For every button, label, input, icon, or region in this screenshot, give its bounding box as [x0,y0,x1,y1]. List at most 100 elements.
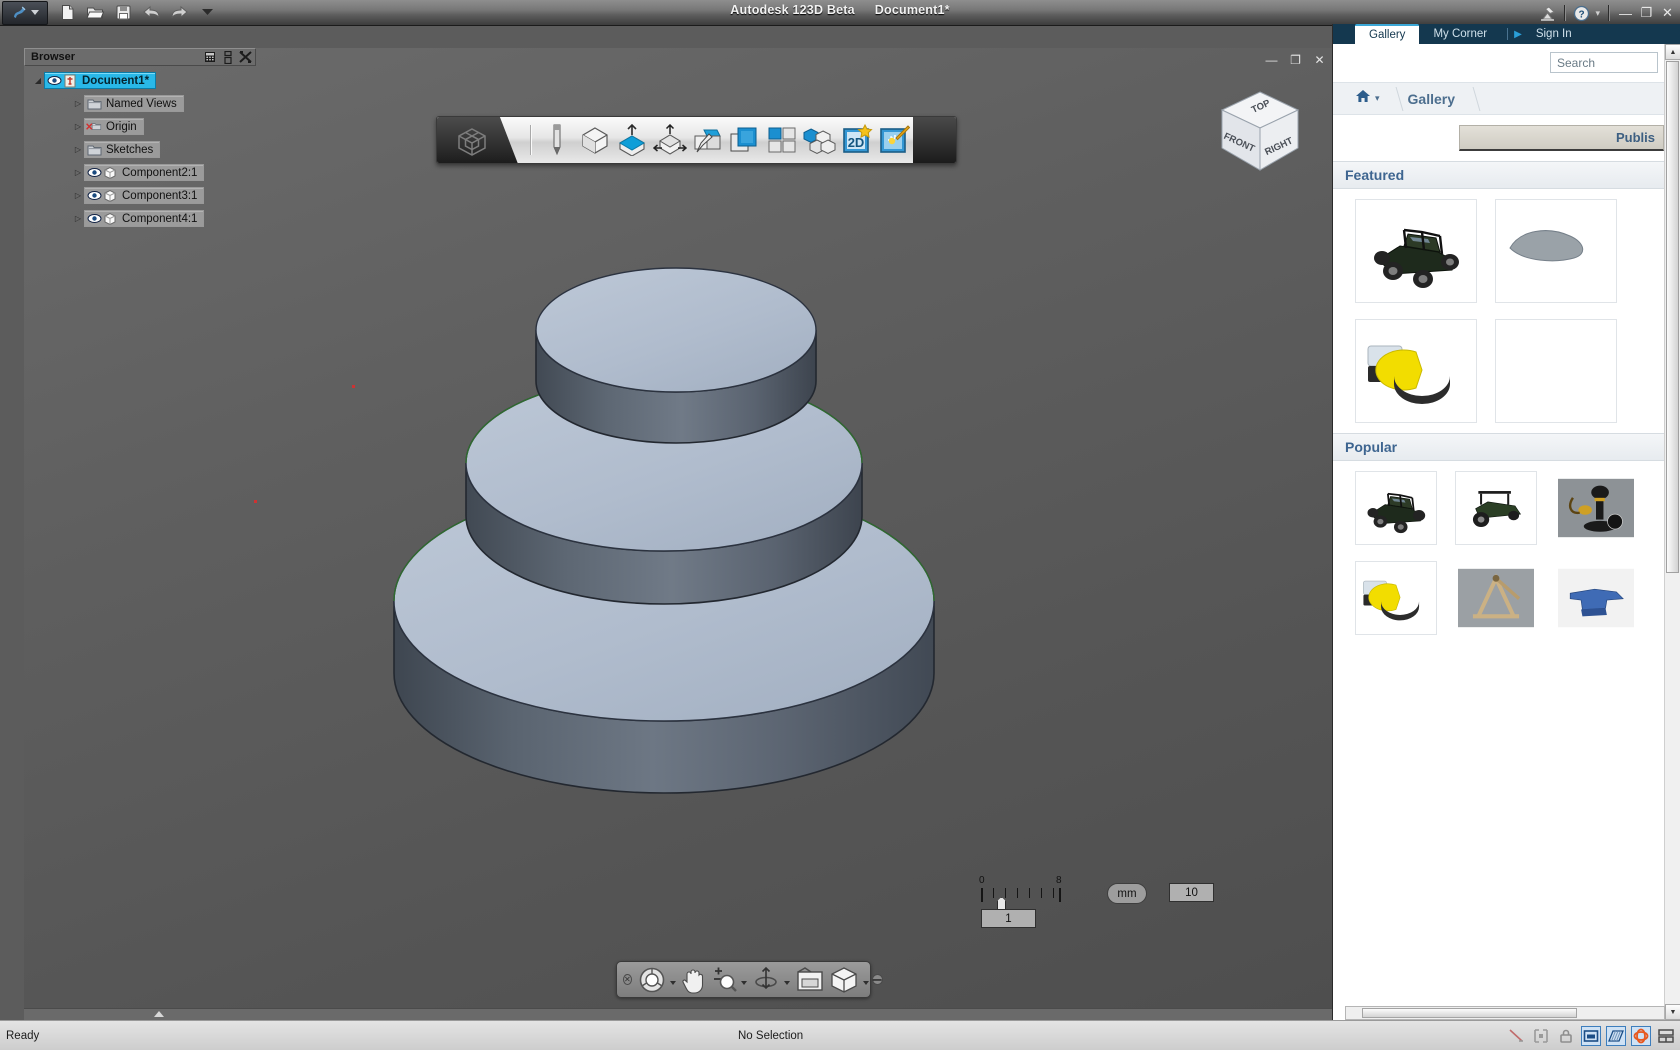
tree-node-component2[interactable]: Component2:1 [84,164,205,181]
browser-dock-icon[interactable] [220,50,235,64]
orbit-center-icon[interactable] [1631,1025,1651,1046]
show-motion-tool[interactable] [827,964,861,996]
horizontal-scrollbar[interactable] [1345,1006,1665,1020]
visibility-eye-icon[interactable] [86,212,102,226]
lock-icon[interactable] [1556,1026,1576,1046]
extrude-tool[interactable] [614,120,649,160]
expander-icon[interactable]: ▷ [72,122,84,131]
navbar-close-icon[interactable]: ✕ [623,974,632,985]
help-chevron-down-icon[interactable]: ▾ [1595,8,1600,19]
save-document-icon[interactable] [114,3,133,22]
expander-icon[interactable]: ◢ [32,76,44,85]
tree-row-component4[interactable]: ▷ Component4:1 [24,209,256,228]
model-stepped-cylinder[interactable] [364,183,964,843]
zoom-level-field[interactable]: 10 [1169,883,1214,902]
tree-node-document[interactable]: Document1* [44,72,157,89]
gallery-thumb-jeep-2[interactable] [1355,471,1437,545]
assemble-tool[interactable] [801,120,836,160]
display-mode-icon[interactable] [1581,1025,1601,1046]
search-input[interactable]: Search [1550,52,1658,73]
customize-quick-access-icon[interactable] [198,3,217,22]
breadcrumb-chevron-down-icon[interactable]: ▾ [1375,93,1380,104]
sketch-pencil-tool[interactable] [540,120,575,160]
tree-row-sketches[interactable]: ▷ Sketches [24,140,256,159]
breadcrumb-home[interactable]: ▾ [1355,89,1390,108]
gallery-thumb-catapult[interactable] [1455,561,1537,635]
orbit-tool[interactable] [750,964,782,996]
expander-icon[interactable]: ▷ [72,191,84,200]
gallery-thumb-partial[interactable] [1495,199,1617,303]
sign-in-link[interactable]: Sign In [1522,24,1586,44]
help-circle-icon[interactable]: ? [1573,5,1590,22]
restore-button[interactable]: ❐ [1638,5,1655,22]
minimize-button[interactable]: — [1617,5,1634,22]
tree-row-component3[interactable]: ▷ Component3:1 [24,186,256,205]
tree-node-named-views[interactable]: Named Views [84,95,184,112]
viewport-minimize-button[interactable]: — [1263,51,1280,68]
tree-row-component2[interactable]: ▷ Component2:1 [24,163,256,182]
layout-panels-icon[interactable] [1656,1026,1676,1046]
scroll-up-arrow-icon[interactable]: ▲ [1665,44,1680,60]
zoom-dropdown-icon[interactable] [740,980,747,985]
satellite-dish-icon[interactable] [1539,5,1556,22]
visibility-eye-icon[interactable] [86,166,102,180]
gallery-thumb-jeep[interactable] [1355,199,1477,303]
look-at-tool[interactable] [793,964,827,996]
gallery-thumb-partial2[interactable] [1495,319,1617,423]
scrollbar-thumb[interactable] [1666,61,1679,573]
2d-drawing-tool[interactable]: 2D [839,120,874,160]
tab-gallery[interactable]: Gallery [1355,24,1420,44]
viewport-restore-button[interactable]: ❐ [1287,51,1304,68]
select-window-icon[interactable] [1531,1026,1551,1046]
publish-button[interactable]: Publis [1459,125,1664,151]
primitive-box-tool[interactable] [577,120,612,160]
zoom-tool[interactable] [709,964,739,996]
close-button[interactable]: ✕ [1659,5,1676,22]
view-cube[interactable]: TOP FRONT RIGHT [1216,86,1304,178]
tab-my-corner[interactable]: My Corner [1419,24,1501,44]
gallery-thumb-tractor[interactable] [1455,471,1537,545]
modify-tool[interactable] [689,120,724,160]
scroll-up-arrow-icon[interactable] [154,1011,164,1017]
pattern-tool[interactable] [764,120,799,160]
tree-node-component4[interactable]: Component4:1 [84,210,205,227]
breadcrumb-label[interactable]: Gallery [1408,91,1455,107]
horizontal-scrollbar-thumb[interactable] [1362,1008,1577,1018]
scroll-down-arrow-icon[interactable]: ▼ [1665,1004,1680,1020]
open-document-icon[interactable] [86,3,105,22]
navbar-grip-icon[interactable]: – [871,971,883,988]
gallery-thumb-pacman-2[interactable] [1355,561,1437,635]
tree-node-component3[interactable]: Component3:1 [84,187,205,204]
expander-icon[interactable]: ▷ [72,145,84,154]
application-menu-button[interactable] [2,0,48,25]
visibility-eye-icon[interactable] [46,74,62,88]
render-tool[interactable] [876,120,911,160]
combine-tool[interactable] [727,120,762,160]
steering-wheel-dropdown-icon[interactable] [669,980,676,985]
show-motion-dropdown-icon[interactable] [862,980,869,985]
expander-icon[interactable]: ▷ [72,99,84,108]
ground-plane-icon[interactable] [1606,1025,1626,1046]
pan-tool[interactable] [679,964,709,996]
browser-close-icon[interactable] [238,50,253,64]
units-button[interactable]: mm [1107,883,1147,904]
visibility-eye-icon[interactable] [86,189,102,203]
tree-row-named-views[interactable]: ▷ Named Views [24,94,256,113]
steering-wheel-tool[interactable] [636,964,668,996]
redo-arrow-icon[interactable] [170,3,189,22]
workspace-tab[interactable] [437,117,518,163]
tree-row-origin[interactable]: ▷ Origin [24,117,256,136]
gallery-thumb-pacman[interactable] [1355,319,1477,423]
expander-icon[interactable]: ▷ [72,168,84,177]
measure-icon[interactable] [1506,1026,1526,1046]
undo-arrow-icon[interactable] [142,3,161,22]
gallery-thumb-telephone[interactable] [1555,471,1637,545]
play-arrow-icon[interactable]: ▶ [1514,29,1522,40]
move-tool[interactable] [652,120,687,160]
browser-filter-icon[interactable] [202,50,217,64]
expander-icon[interactable]: ▷ [72,214,84,223]
tree-row-document[interactable]: ◢ Document1* [24,71,256,90]
tree-node-sketches[interactable]: Sketches [84,141,161,158]
gallery-scrollbar[interactable]: ▲ ▼ [1664,44,1680,1020]
new-document-icon[interactable] [58,3,77,22]
